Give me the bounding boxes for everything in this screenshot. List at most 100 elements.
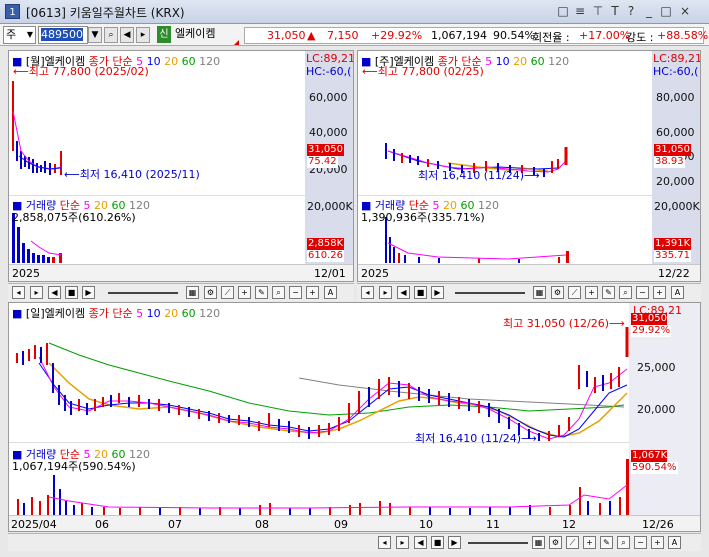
weekly-volume-y: 20,000K <box>654 200 700 213</box>
prev-page-button[interactable]: ▸ <box>379 286 392 299</box>
monthly-low-note: ⟵최저 16,410 (2025/11) <box>64 168 200 181</box>
daily-price-tag: 31,050 <box>631 313 667 325</box>
price: 31,050 <box>267 29 306 42</box>
crosshair-icon[interactable]: + <box>238 286 251 299</box>
minimize-icon[interactable]: _ <box>641 3 657 19</box>
zoom-in-icon[interactable]: + <box>306 286 319 299</box>
close-icon[interactable]: × <box>677 3 693 19</box>
weekly-date-axis: 2025 12/22 <box>358 264 700 281</box>
draw-icon[interactable]: ✎ <box>600 536 613 549</box>
prev-page-button[interactable]: ▸ <box>396 536 409 549</box>
daily-y-tick: 20,000 <box>637 403 676 416</box>
daily-x-end: 12/26 <box>642 518 674 531</box>
grid-icon[interactable]: ▦ <box>533 286 546 299</box>
zoom-in-icon[interactable]: + <box>653 286 666 299</box>
weekly-price-tag: 31,050 <box>654 144 691 156</box>
turnover-label: 회전율 : <box>532 31 570 44</box>
daily-x-label: 11 <box>486 518 500 531</box>
restore-icon[interactable]: □ <box>555 3 571 19</box>
line-tool-icon[interactable]: ⟋ <box>566 536 579 549</box>
daily-x-label: 08 <box>255 518 269 531</box>
zoom-out-icon[interactable]: − <box>634 536 647 549</box>
monthly-volume-pct-tag: 610.26 <box>307 250 344 262</box>
jump-end-button[interactable]: ▶ <box>448 536 461 549</box>
prev-page-button[interactable]: ▸ <box>30 286 43 299</box>
pin-icon[interactable]: ⊤ <box>590 3 606 19</box>
daily-volume-tag: 1,067K <box>631 450 668 462</box>
zoom-out-icon[interactable]: − <box>289 286 302 299</box>
monthly-y-tick: 40,000 <box>309 126 348 139</box>
weekly-low-note: 최저 16,410 (11/24)⟶ <box>418 169 540 182</box>
weekly-lc: LC:89,21 <box>653 52 701 65</box>
stock-toolbar: 주 ▼ 489500 ▼ ⌕ ◀ ▸ 신 엘케이켐 31,050 ▲ 7,150… <box>0 24 709 46</box>
jump-end-button[interactable]: ▶ <box>431 286 444 299</box>
market-select[interactable]: 주 ▼ <box>3 26 36 44</box>
monthly-chart-controls: ◂ ▸ ◀ ■ ▶ ▦ ⚙ ⟋ + ✎ ⌕ − + A <box>8 283 354 301</box>
monthly-x-start: 2025 <box>12 267 40 280</box>
turnover-value: +17.00% <box>579 29 631 42</box>
monthly-y-tick: 60,000 <box>309 91 348 104</box>
grid-icon[interactable]: ▦ <box>532 536 545 549</box>
line-tool-icon[interactable]: ⟋ <box>221 286 234 299</box>
code-value: 489500 <box>41 28 83 41</box>
zoom-slider[interactable] <box>108 292 178 294</box>
volume-percent: 90.54% <box>493 29 535 42</box>
crosshair-icon[interactable]: + <box>585 286 598 299</box>
weekly-y-tick: 80,000 <box>656 91 695 104</box>
line-tool-icon[interactable]: ⟋ <box>568 286 581 299</box>
stock-name: 엘케이켐 <box>175 27 216 40</box>
search-icon[interactable]: ⌕ <box>104 27 118 43</box>
code-input[interactable]: 489500 <box>38 26 88 44</box>
window-number-icon: 1 <box>5 4 20 19</box>
magnifier-icon[interactable]: ⌕ <box>272 286 285 299</box>
weekly-chart-panel[interactable]: ■ [주]엘케이켐 종가 단순 5 10 20 60 120 ⟵최고 77,80… <box>357 50 701 282</box>
jump-start-button[interactable]: ◀ <box>48 286 61 299</box>
scroll-left-button[interactable]: ◂ <box>361 286 374 299</box>
daily-y-tick: 25,000 <box>637 361 676 374</box>
weekly-pct-tag: 38.93 <box>654 156 685 168</box>
zoom-slider[interactable] <box>468 542 528 544</box>
help-icon[interactable]: ? <box>623 3 639 19</box>
expand-icon[interactable]: ▸ <box>136 27 150 43</box>
jump-start-button[interactable]: ◀ <box>414 536 427 549</box>
daily-x-label: 07 <box>168 518 182 531</box>
weekly-volume-pct-tag: 335.71 <box>654 250 691 262</box>
weekly-hc: HC:-60,( <box>653 65 699 78</box>
magnifier-icon[interactable]: ⌕ <box>617 536 630 549</box>
maximize-icon[interactable]: □ <box>658 3 674 19</box>
gear-icon[interactable]: ⚙ <box>551 286 564 299</box>
daily-x-label: 06 <box>95 518 109 531</box>
jump-start-button[interactable]: ◀ <box>397 286 410 299</box>
stop-button[interactable]: ■ <box>431 536 444 549</box>
scroll-left-button[interactable]: ◂ <box>12 286 25 299</box>
draw-icon[interactable]: ✎ <box>602 286 615 299</box>
daily-low-note: 최저 16,410 (11/24)⟶ <box>415 432 537 445</box>
zoom-slider[interactable] <box>455 292 525 294</box>
stop-button[interactable]: ■ <box>65 286 78 299</box>
window-title: [0613] 키움일주월차트 (KRX) <box>26 6 185 20</box>
chevron-down-icon[interactable]: ▼ <box>27 27 33 43</box>
menu-icon[interactable]: ≡ <box>572 3 588 19</box>
text-icon[interactable]: T <box>607 3 623 19</box>
stop-button[interactable]: ■ <box>414 286 427 299</box>
speaker-icon[interactable]: ◀ <box>120 27 134 43</box>
monthly-chart-panel[interactable]: ■ [월]엘케이켐 종가 단순 5 10 20 60 120 ⟵최고 77,80… <box>8 50 354 282</box>
daily-chart-controls: ◂ ▸ ◀ ■ ▶ ▦ ⚙ ⟋ + ✎ ⌕ − + A <box>8 533 701 551</box>
auto-scale-icon[interactable]: A <box>324 286 337 299</box>
daily-volume-info: 1,067,194주(590.54%) <box>12 460 136 473</box>
gear-icon[interactable]: ⚙ <box>549 536 562 549</box>
daily-chart-panel[interactable]: ■ [일]엘케이켐 종가 단순 5 10 20 60 120 최고 31,050… <box>8 302 701 532</box>
gear-icon[interactable]: ⚙ <box>204 286 217 299</box>
auto-scale-icon[interactable]: A <box>671 286 684 299</box>
draw-icon[interactable]: ✎ <box>255 286 268 299</box>
magnifier-icon[interactable]: ⌕ <box>619 286 632 299</box>
auto-scale-icon[interactable]: A <box>668 536 681 549</box>
zoom-in-icon[interactable]: + <box>651 536 664 549</box>
code-dropdown-button[interactable]: ▼ <box>88 27 102 43</box>
grid-icon[interactable]: ▦ <box>186 286 199 299</box>
zoom-out-icon[interactable]: − <box>636 286 649 299</box>
jump-end-button[interactable]: ▶ <box>82 286 95 299</box>
monthly-volume-tag: 2,858K <box>307 238 345 250</box>
crosshair-icon[interactable]: + <box>583 536 596 549</box>
scroll-left-button[interactable]: ◂ <box>378 536 391 549</box>
